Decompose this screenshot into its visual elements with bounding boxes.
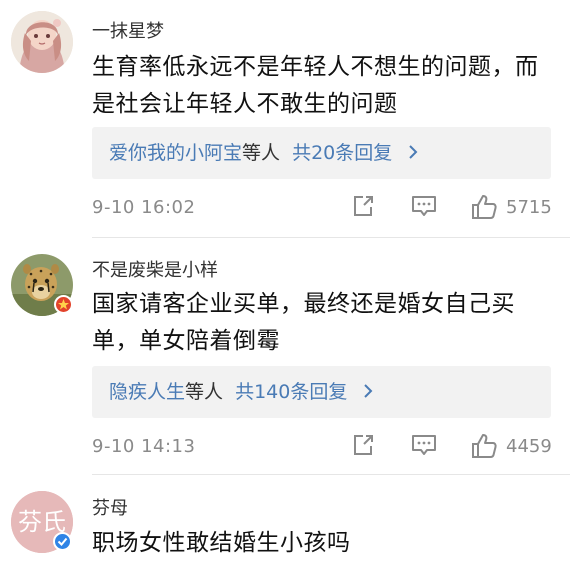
anime-character-avatar-icon	[11, 11, 73, 73]
reply-suffix: 等人	[185, 381, 224, 403]
avatar[interactable]	[11, 11, 73, 73]
divider	[92, 237, 570, 238]
comment-meta: 9-10 14:13 4459	[92, 432, 554, 462]
reply-summary[interactable]: 爱你我的小阿宝等人 共20条回复	[92, 127, 551, 179]
comment-text-line: 单，单女陪着倒霉	[92, 328, 280, 354]
reply-count-link[interactable]: 共20条回复	[292, 142, 392, 164]
username[interactable]: 不是废柴是小样	[92, 256, 218, 282]
comment-text: 国家请客企业买单，最终还是婚女自己买 单，单女陪着倒霉	[92, 286, 554, 360]
like-count: 5715	[506, 197, 552, 218]
timestamp: 9-10 16:02	[92, 197, 196, 218]
timestamp: 9-10 14:13	[92, 436, 196, 457]
comment-text-line: 国家请客企业买单，最终还是婚女自己买	[92, 291, 515, 317]
comment-icon[interactable]	[410, 193, 438, 223]
comment-text-line: 是社会让年轻人不敢生的问题	[92, 91, 398, 117]
red-star-badge-icon	[54, 295, 73, 314]
comment-feed: 一抹星梦 生育率低永远不是年轻人不想生的问题，而 是社会让年轻人不敢生的问题 爱…	[0, 0, 570, 574]
comment-text-line: 职场女性敢结婚生小孩吗	[92, 530, 351, 556]
comment-text: 生育率低永远不是年轻人不想生的问题，而 是社会让年轻人不敢生的问题	[92, 49, 554, 123]
comment-text-line: 生育率低永远不是年轻人不想生的问题，而	[92, 54, 539, 80]
verified-badge-icon	[53, 532, 72, 551]
share-icon[interactable]	[350, 432, 376, 462]
like-icon[interactable]	[470, 193, 498, 225]
username[interactable]: 芬母	[92, 494, 128, 520]
share-icon[interactable]	[350, 193, 376, 223]
comment-text: 职场女性敢结婚生小孩吗	[92, 525, 554, 562]
chevron-right-icon	[363, 367, 373, 419]
reply-count-link[interactable]: 共140条回复	[235, 381, 347, 403]
chevron-right-icon	[408, 128, 418, 180]
username[interactable]: 一抹星梦	[92, 17, 164, 43]
divider	[92, 474, 570, 475]
reply-user-link[interactable]: 隐疾人生	[109, 381, 185, 403]
reply-user-link[interactable]: 爱你我的小阿宝	[109, 142, 242, 164]
reply-summary[interactable]: 隐疾人生等人 共140条回复	[92, 366, 551, 418]
like-icon[interactable]	[470, 432, 498, 464]
reply-suffix: 等人	[242, 142, 281, 164]
comment-meta: 9-10 16:02 5715	[92, 193, 554, 223]
comment-icon[interactable]	[410, 432, 438, 462]
like-count: 4459	[506, 436, 552, 457]
